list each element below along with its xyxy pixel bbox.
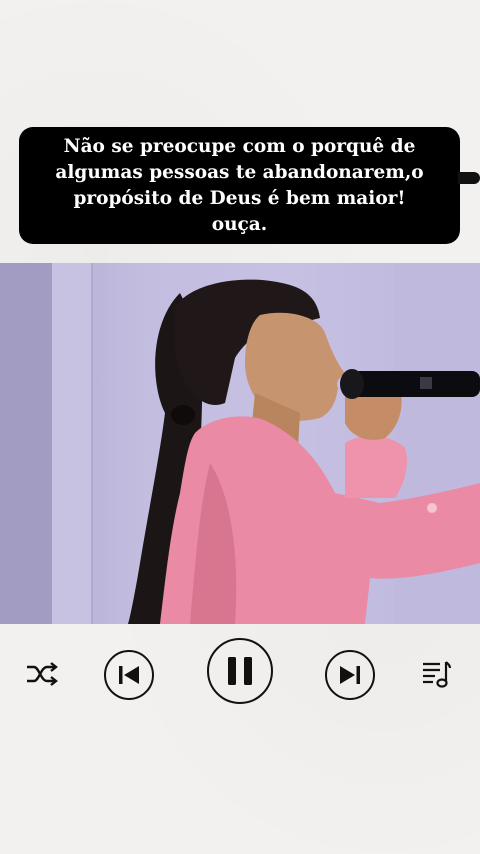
pause-icon xyxy=(228,657,252,685)
microphone-logo xyxy=(420,377,432,389)
playlist-icon xyxy=(423,661,452,688)
previous-button[interactable] xyxy=(104,650,154,700)
skip-next-icon xyxy=(340,666,360,684)
player-controls xyxy=(0,636,480,708)
blazer-button xyxy=(427,503,437,513)
next-button[interactable] xyxy=(325,650,375,700)
playlist-button[interactable] xyxy=(418,656,454,692)
caption-cable-decoration xyxy=(458,172,480,184)
pause-button[interactable] xyxy=(207,638,273,704)
shuffle-button[interactable] xyxy=(24,656,60,692)
wall-panel-left xyxy=(0,263,52,624)
microphone xyxy=(350,371,480,397)
caption-box: Não se preocupe com o porquê de algumas … xyxy=(19,127,460,244)
microphone-head xyxy=(340,369,364,399)
hair-tie xyxy=(171,405,195,425)
shuffle-icon xyxy=(27,662,58,686)
video-illustration xyxy=(0,263,480,624)
caption-text: Não se preocupe com o porquê de algumas … xyxy=(55,135,424,235)
wall-panel xyxy=(52,263,92,624)
blazer-sleeve xyxy=(345,436,407,498)
video-frame[interactable] xyxy=(0,263,480,624)
skip-previous-icon xyxy=(119,666,139,684)
